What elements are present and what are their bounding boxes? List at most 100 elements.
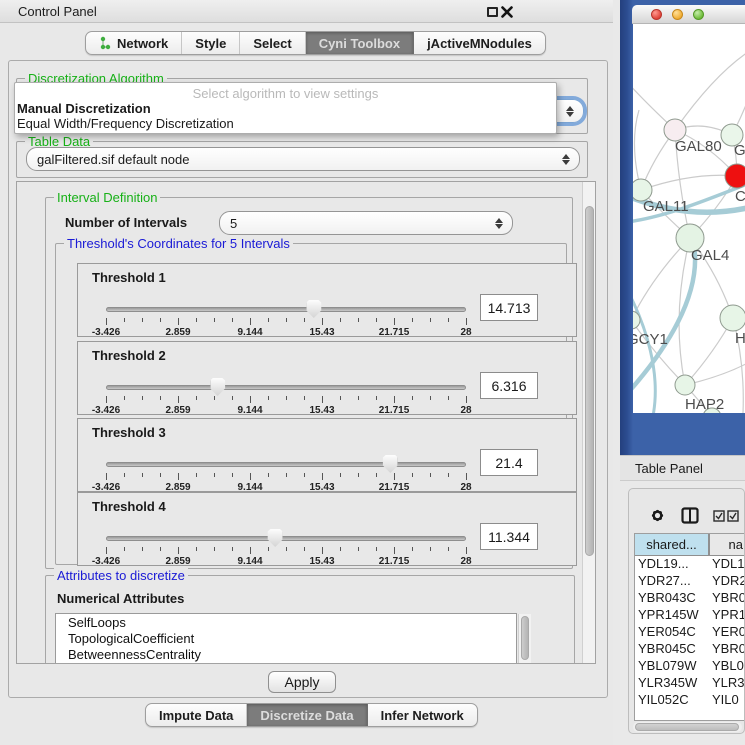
network-node[interactable] <box>720 305 745 331</box>
attribute-list-item[interactable]: TopologicalCoefficient <box>56 630 516 646</box>
name-cell[interactable]: YDL1 <box>710 556 744 573</box>
threshold-value-field[interactable]: 14.713 <box>480 294 538 321</box>
table-row[interactable]: YLR345WYLR3 <box>635 675 744 692</box>
table-row[interactable]: YBL079WYBL0 <box>635 658 744 675</box>
table-row[interactable]: YBR043CYBR0 <box>635 590 744 607</box>
network-edge[interactable] <box>634 110 641 190</box>
table-row[interactable]: YDL19...YDL1 <box>635 556 744 573</box>
table-horizontal-scrollbar[interactable] <box>633 722 742 732</box>
slider-tick <box>412 473 413 477</box>
shared-name-cell[interactable]: YBR045C <box>635 641 710 658</box>
name-cell[interactable]: YBR0 <box>710 641 744 658</box>
tab-network[interactable]: Network <box>86 32 182 54</box>
popup-item-manual-discretization[interactable]: Manual Discretization <box>17 101 554 116</box>
network-edge[interactable] <box>675 52 745 130</box>
column-header-name[interactable]: na <box>710 534 744 555</box>
name-cell[interactable]: YLR3 <box>710 675 744 692</box>
split-columns-icon[interactable] <box>681 507 699 524</box>
name-cell[interactable]: YPR1 <box>710 607 744 624</box>
name-cell[interactable]: YBR0 <box>710 590 744 607</box>
network-canvas[interactable]: GAL80GACGAL11GAL4GCY1HHAP2 <box>633 24 745 413</box>
attribute-list-item[interactable]: SelfLoops <box>56 614 516 630</box>
threshold-slider[interactable]: -3.4262.8599.14415.4321.71528 <box>106 372 466 416</box>
zoom-traffic-light-icon[interactable] <box>693 9 704 20</box>
threshold-label: Threshold 1 <box>92 270 166 285</box>
slider-track[interactable] <box>106 536 466 541</box>
minimize-traffic-light-icon[interactable] <box>672 9 683 20</box>
threshold-value-field[interactable]: 6.316 <box>480 372 538 399</box>
popup-item-equal-width-frequency[interactable]: Equal Width/Frequency Discretization <box>17 116 554 131</box>
name-cell[interactable]: YER0 <box>710 624 744 641</box>
attributes-list-scrollbar[interactable] <box>518 614 531 664</box>
network-node[interactable] <box>725 164 745 188</box>
name-cell[interactable]: YDR2 <box>710 573 744 590</box>
slider-tick <box>142 547 143 551</box>
slider-tick <box>448 396 449 400</box>
slider-tick <box>106 547 107 554</box>
float-window-icon[interactable] <box>487 7 498 17</box>
select-columns-checkboxes-icon[interactable] <box>713 510 739 522</box>
table-row[interactable]: YIL052CYIL0 <box>635 692 744 709</box>
network-edge[interactable] <box>641 175 737 190</box>
table-data-combobox[interactable]: galFiltered.sif default node <box>26 147 580 171</box>
shared-name-cell[interactable]: YDL19... <box>635 556 710 573</box>
tab-discretize-data[interactable]: Discretize Data <box>247 704 367 726</box>
slider-tick <box>124 547 125 551</box>
slider-handle[interactable] <box>210 378 225 396</box>
node-label: GA <box>734 142 745 159</box>
close-traffic-light-icon[interactable] <box>651 9 662 20</box>
close-icon[interactable] <box>501 6 513 18</box>
attribute-list-item[interactable]: BetweennessCentrality <box>56 646 516 662</box>
slider-tick <box>394 473 395 480</box>
slider-tick <box>160 318 161 322</box>
panel-title: Control Panel <box>18 4 97 19</box>
threshold-slider[interactable]: -3.4262.8599.14415.4321.71528 <box>106 449 466 493</box>
tab-jactivemnodules[interactable]: jActiveMNodules <box>414 32 545 54</box>
slider-track[interactable] <box>106 307 466 312</box>
numerical-attributes-list[interactable]: SelfLoopsTopologicalCoefficientBetweenne… <box>55 613 517 664</box>
table-row[interactable]: YER054CYER0 <box>635 624 744 641</box>
network-edge[interactable] <box>633 238 690 320</box>
shared-name-cell[interactable]: YDR27... <box>635 573 710 590</box>
table-row[interactable]: YBR045CYBR0 <box>635 641 744 658</box>
apply-button[interactable]: Apply <box>268 671 336 693</box>
threshold-slider[interactable]: -3.4262.8599.14415.4321.71528 <box>106 523 466 567</box>
slider-tick <box>286 547 287 551</box>
network-edge-highlighted[interactable] <box>633 286 655 413</box>
network-edge-highlighted[interactable] <box>633 240 695 396</box>
slider-handle[interactable] <box>306 300 321 318</box>
tab-select[interactable]: Select <box>240 32 305 54</box>
slider-handle[interactable] <box>383 455 398 473</box>
slider-tick-label: -3.426 <box>92 556 120 567</box>
slider-tick <box>394 547 395 554</box>
settings-panel-scrollbar[interactable] <box>582 182 596 664</box>
slider-handle[interactable] <box>268 529 283 547</box>
name-cell[interactable]: YBL0 <box>710 658 744 675</box>
shared-name-cell[interactable]: YER054C <box>635 624 710 641</box>
slider-tick <box>412 547 413 551</box>
slider-tick <box>322 396 323 403</box>
shared-name-cell[interactable]: YPR145W <box>635 607 710 624</box>
shared-name-cell[interactable]: YIL052C <box>635 692 710 709</box>
tab-impute-data[interactable]: Impute Data <box>146 704 247 726</box>
threshold-slider[interactable]: -3.4262.8599.14415.4321.71528 <box>106 294 466 338</box>
slider-track[interactable] <box>106 462 466 467</box>
table-row[interactable]: YPR145WYPR1 <box>635 607 744 624</box>
slider-tick <box>160 473 161 477</box>
tab-cyni-toolbox[interactable]: Cyni Toolbox <box>306 32 414 54</box>
tab-style[interactable]: Style <box>182 32 240 54</box>
threshold-value-field[interactable]: 21.4 <box>480 449 538 476</box>
number-of-intervals-combobox[interactable]: 5 <box>219 211 513 235</box>
network-node[interactable] <box>675 375 695 395</box>
slider-track[interactable] <box>106 385 466 390</box>
threshold-value-field[interactable]: 11.344 <box>480 523 538 550</box>
gear-icon[interactable] <box>649 507 666 524</box>
shared-name-cell[interactable]: YLR345W <box>635 675 710 692</box>
slider-tick <box>340 396 341 400</box>
shared-name-cell[interactable]: YBL079W <box>635 658 710 675</box>
table-row[interactable]: YDR27...YDR2 <box>635 573 744 590</box>
name-cell[interactable]: YIL0 <box>710 692 744 709</box>
column-header-shared-name[interactable]: shared... <box>635 534 710 555</box>
shared-name-cell[interactable]: YBR043C <box>635 590 710 607</box>
tab-infer-network[interactable]: Infer Network <box>368 704 477 726</box>
